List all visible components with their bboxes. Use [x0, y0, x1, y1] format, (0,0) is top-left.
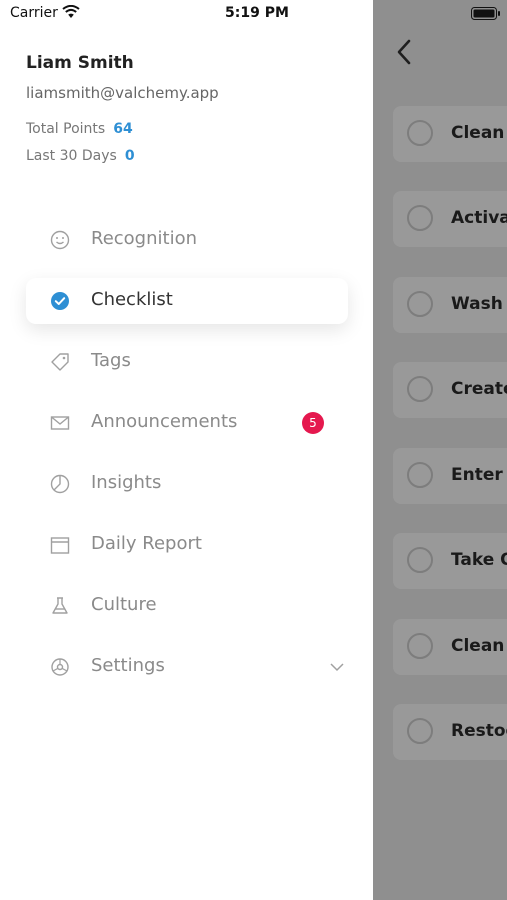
total-points-value: 64 — [113, 121, 133, 137]
menu-item-culture[interactable]: Culture — [26, 583, 348, 629]
task-card[interactable]: Take O — [393, 533, 507, 589]
status-bar: Carrier 5:19 PM — [0, 0, 507, 28]
user-name: Liam Smith — [26, 53, 134, 73]
menu-item-announcements[interactable]: Announcements 5 — [26, 400, 348, 446]
task-checkbox[interactable] — [407, 462, 433, 488]
pie-chart-icon — [50, 474, 70, 494]
check-circle-icon — [51, 292, 69, 310]
mail-icon — [50, 416, 70, 430]
task-title: Wash D — [451, 294, 507, 314]
last-30-days-row: Last 30 Days 0 — [26, 148, 135, 164]
battery-icon — [471, 7, 500, 20]
flask-icon — [52, 597, 68, 614]
menu-label-recognition: Recognition — [91, 228, 197, 249]
task-title: Create — [451, 379, 507, 399]
task-title: Take O — [451, 550, 507, 570]
menu-item-settings[interactable]: Settings — [26, 644, 348, 690]
task-title: Restoc — [451, 721, 507, 741]
task-card[interactable]: Restoc — [393, 704, 507, 760]
menu-item-insights[interactable]: Insights — [26, 461, 348, 507]
menu-label-settings: Settings — [91, 655, 165, 676]
menu-label-insights: Insights — [91, 472, 162, 493]
total-points-label: Total Points — [26, 121, 106, 137]
menu-label-announcements: Announcements — [91, 411, 238, 432]
navigation-drawer: Liam Smith liamsmith@valchemy.app Total … — [0, 0, 373, 900]
menu-label-checklist: Checklist — [91, 289, 173, 310]
clock: 5:19 PM — [225, 5, 289, 21]
task-title: Activat — [451, 208, 507, 228]
task-checkbox[interactable] — [407, 376, 433, 402]
user-email: liamsmith@valchemy.app — [26, 84, 219, 102]
task-card[interactable]: Create — [393, 362, 507, 418]
back-arrow-icon[interactable] — [393, 38, 415, 66]
menu-item-tags[interactable]: Tags — [26, 339, 348, 385]
chevron-down-icon[interactable] — [328, 658, 346, 676]
wifi-icon — [62, 5, 80, 18]
task-checkbox[interactable] — [407, 718, 433, 744]
menu-item-daily-report[interactable]: Daily Report — [26, 522, 348, 568]
task-card[interactable]: Activat — [393, 191, 507, 247]
task-title: Clean V — [451, 636, 507, 656]
smiley-icon — [50, 230, 70, 250]
dimmed-checklist-screen[interactable]: Clean F Activat Wash D Create Enter C Ta… — [373, 0, 507, 900]
task-card[interactable]: Wash D — [393, 277, 507, 333]
tag-icon — [51, 353, 69, 371]
menu-label-culture: Culture — [91, 594, 157, 615]
announcements-badge: 5 — [302, 412, 324, 434]
total-points-row: Total Points 64 — [26, 121, 133, 137]
task-checkbox[interactable] — [407, 633, 433, 659]
menu-item-checklist[interactable]: Checklist — [26, 278, 348, 324]
menu-label-daily-report: Daily Report — [91, 533, 202, 554]
task-card[interactable]: Clean V — [393, 619, 507, 675]
calendar-icon — [50, 537, 70, 554]
last-30-days-value: 0 — [124, 148, 135, 164]
task-checkbox[interactable] — [407, 205, 433, 231]
settings-icon — [51, 658, 69, 676]
task-checkbox[interactable] — [407, 547, 433, 573]
last-30-days-label: Last 30 Days — [26, 148, 117, 164]
task-card[interactable]: Clean F — [393, 106, 507, 162]
task-card[interactable]: Enter C — [393, 448, 507, 504]
task-checkbox[interactable] — [407, 120, 433, 146]
menu-item-recognition[interactable]: Recognition — [26, 217, 348, 263]
task-title: Enter C — [451, 465, 507, 485]
task-checkbox[interactable] — [407, 291, 433, 317]
task-title: Clean F — [451, 123, 507, 143]
menu-label-tags: Tags — [91, 350, 131, 371]
carrier-label: Carrier — [10, 5, 58, 21]
